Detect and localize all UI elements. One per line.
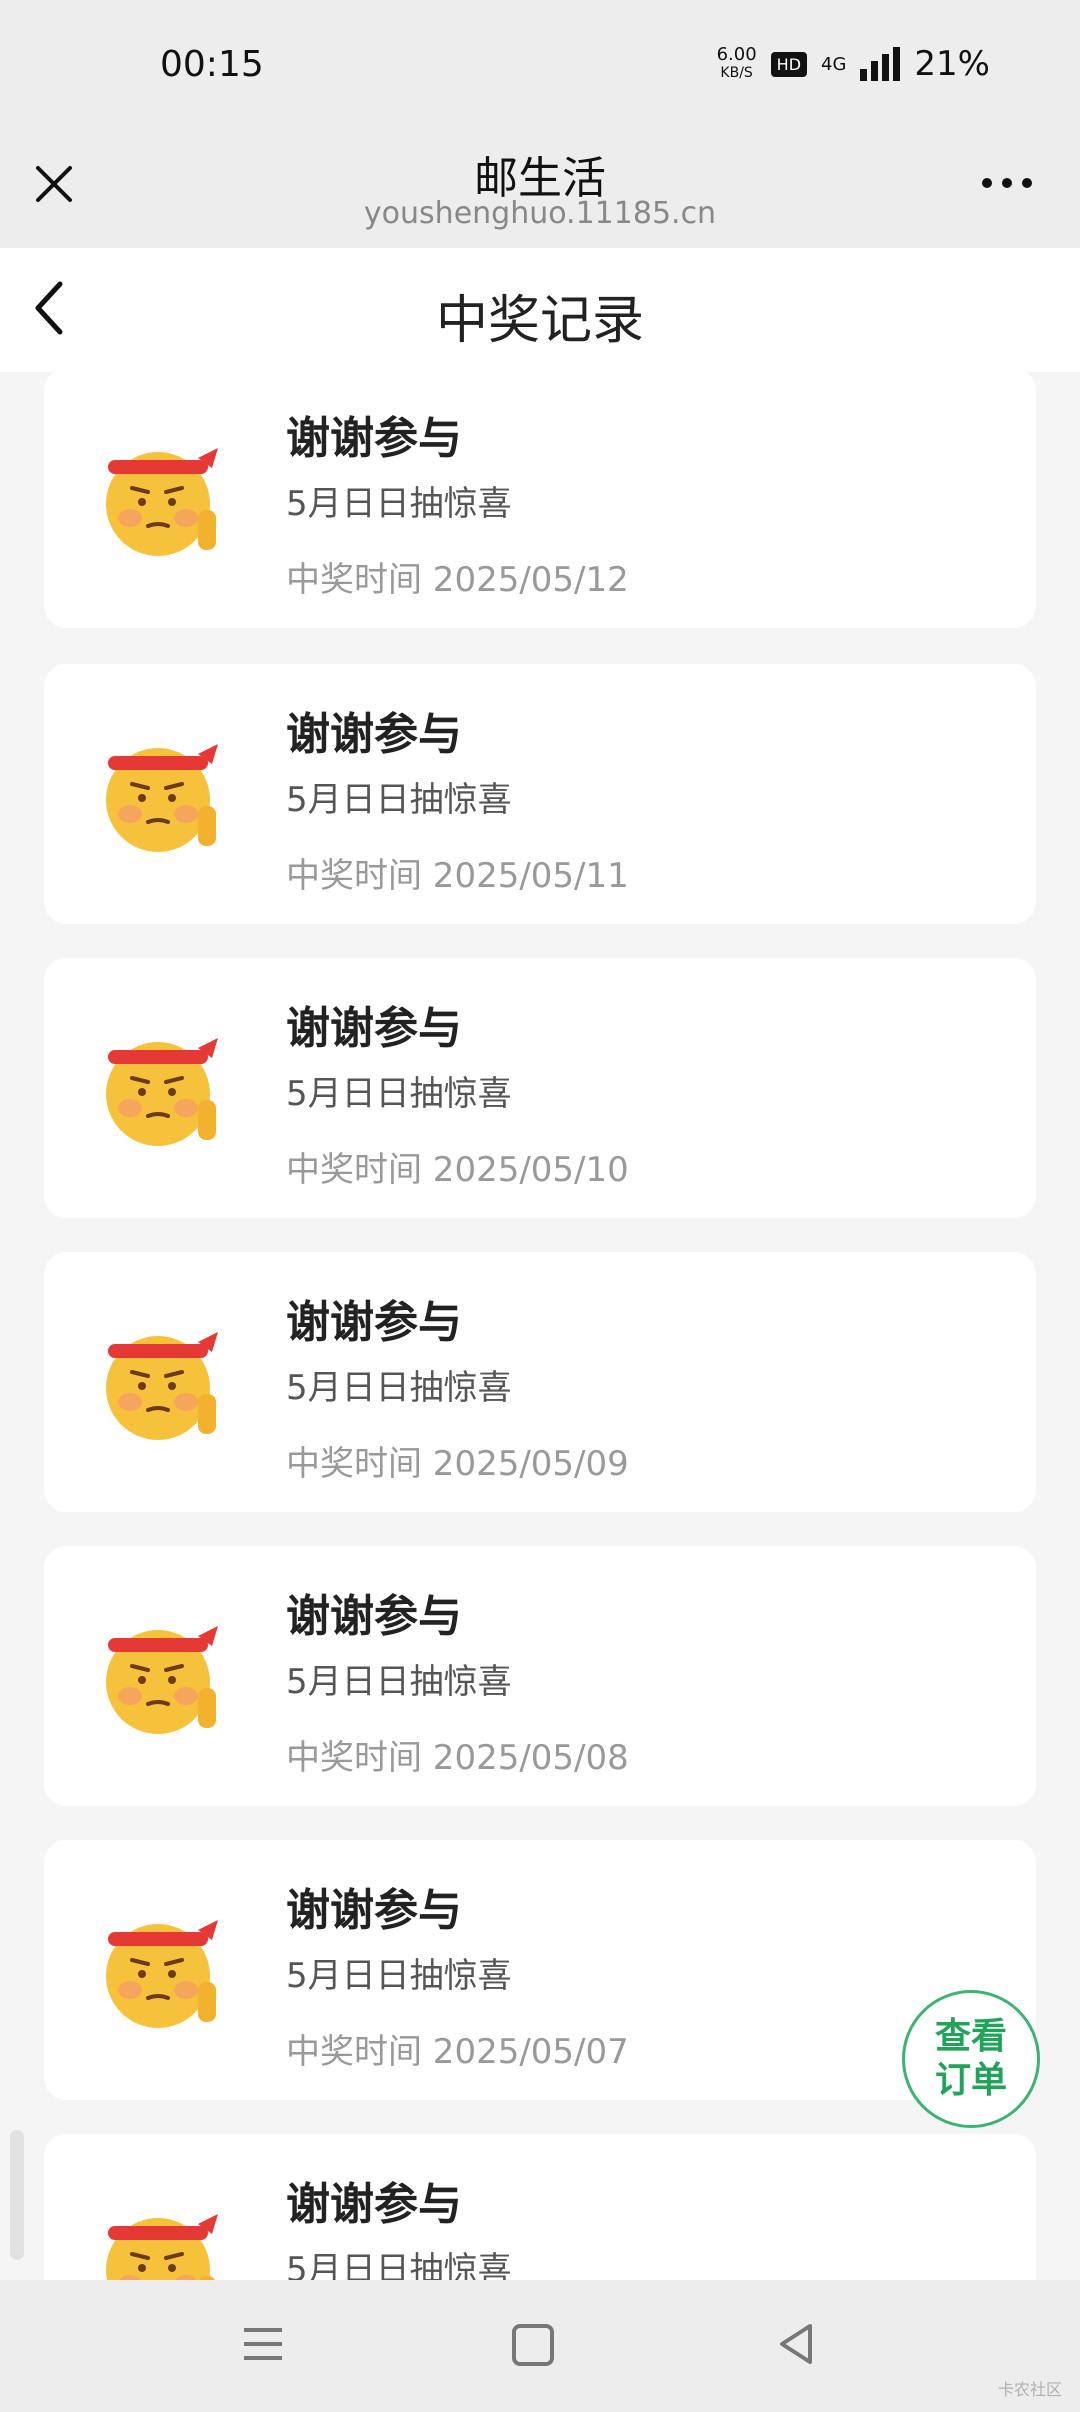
status-indicators: 6.00 KB/S HD 4G 21% [717, 44, 990, 84]
cheer-emoji-icon [106, 2214, 218, 2280]
cheer-emoji-icon [106, 744, 218, 852]
cheer-emoji-icon [106, 1038, 218, 1146]
page-header: 中奖记录 [0, 248, 1080, 372]
record-activity: 5月日日抽惊喜 [286, 484, 512, 524]
record-time: 中奖时间 2025/05/12 [286, 560, 629, 600]
network-speed-value: 6.00 [716, 44, 757, 65]
record-activity: 5月日日抽惊喜 [286, 1662, 512, 1702]
record-card[interactable]: 谢谢参与 5月日日抽惊喜 中奖时间 2025/05/07 [44, 1840, 1036, 2100]
system-nav-bar: 卡农社区 [0, 2280, 1080, 2412]
scrollbar[interactable] [10, 2130, 24, 2260]
record-title: 谢谢参与 [286, 2179, 462, 2230]
cheer-emoji-icon [106, 1626, 218, 1734]
record-title: 谢谢参与 [286, 1003, 462, 1054]
record-title: 谢谢参与 [286, 413, 462, 464]
status-bar: 00:15 6.00 KB/S HD 4G 21% [0, 0, 1080, 140]
prize-record-list[interactable]: 谢谢参与 5月日日抽惊喜 中奖时间 2025/05/12 谢谢参与 5月日日抽惊… [0, 372, 1080, 2280]
record-title: 谢谢参与 [286, 1885, 462, 1936]
browser-header: 邮生活 youshenghuo.11185.cn [0, 140, 1080, 248]
record-card[interactable]: 谢谢参与 5月日日抽惊喜 中奖时间 2025/05/10 [44, 958, 1036, 1218]
browser-url: youshenghuo.11185.cn [363, 196, 717, 231]
record-card[interactable]: 谢谢参与 5月日日抽惊喜 中奖时间 2025/05/08 [44, 1546, 1036, 1806]
network-type: 4G [821, 53, 847, 75]
watermark: 卡农社区 [997, 2380, 1062, 2399]
cheer-emoji-icon [106, 1332, 218, 1440]
record-card[interactable]: 谢谢参与 5月日日抽惊喜 中奖时间 2025/05/09 [44, 1252, 1036, 1512]
record-activity: 5月日日抽惊喜 [286, 2250, 512, 2280]
network-speed-unit: KB/S [720, 65, 753, 81]
record-time: 中奖时间 2025/05/08 [286, 1738, 629, 1778]
record-title: 谢谢参与 [286, 1297, 462, 1348]
view-orders-button[interactable]: 查看 订单 [902, 1990, 1040, 2128]
more-icon[interactable] [982, 178, 1032, 188]
record-time: 中奖时间 2025/05/11 [286, 856, 629, 896]
page-title: 中奖记录 [435, 291, 644, 351]
view-orders-label-line1: 查看 [934, 2016, 1007, 2057]
record-activity: 5月日日抽惊喜 [286, 1368, 512, 1408]
record-activity: 5月日日抽惊喜 [286, 1074, 512, 1114]
record-card[interactable]: 谢谢参与 5月日日抽惊喜 [44, 2134, 1036, 2280]
cheer-emoji-icon [106, 448, 218, 556]
recent-apps-icon[interactable] [244, 2328, 282, 2370]
hd-badge: HD [770, 51, 808, 77]
record-title: 谢谢参与 [286, 709, 462, 760]
cheer-emoji-icon [106, 1920, 218, 2028]
signal-icon [860, 47, 901, 81]
record-card[interactable]: 谢谢参与 5月日日抽惊喜 中奖时间 2025/05/11 [44, 664, 1036, 924]
record-activity: 5月日日抽惊喜 [286, 780, 512, 820]
home-icon[interactable] [512, 2324, 554, 2366]
record-time: 中奖时间 2025/05/07 [286, 2032, 629, 2072]
record-time: 中奖时间 2025/05/09 [286, 1444, 629, 1484]
record-activity: 5月日日抽惊喜 [286, 1956, 512, 1996]
record-card[interactable]: 谢谢参与 5月日日抽惊喜 中奖时间 2025/05/12 [44, 372, 1036, 628]
view-orders-label-line2: 订单 [934, 2060, 1007, 2101]
back-triangle-icon[interactable] [776, 2322, 816, 2366]
battery-level: 21% [914, 44, 990, 84]
record-title: 谢谢参与 [286, 1591, 462, 1642]
record-time: 中奖时间 2025/05/10 [286, 1150, 629, 1190]
status-time: 00:15 [160, 44, 264, 85]
network-speed: 6.00 KB/S [717, 46, 757, 82]
